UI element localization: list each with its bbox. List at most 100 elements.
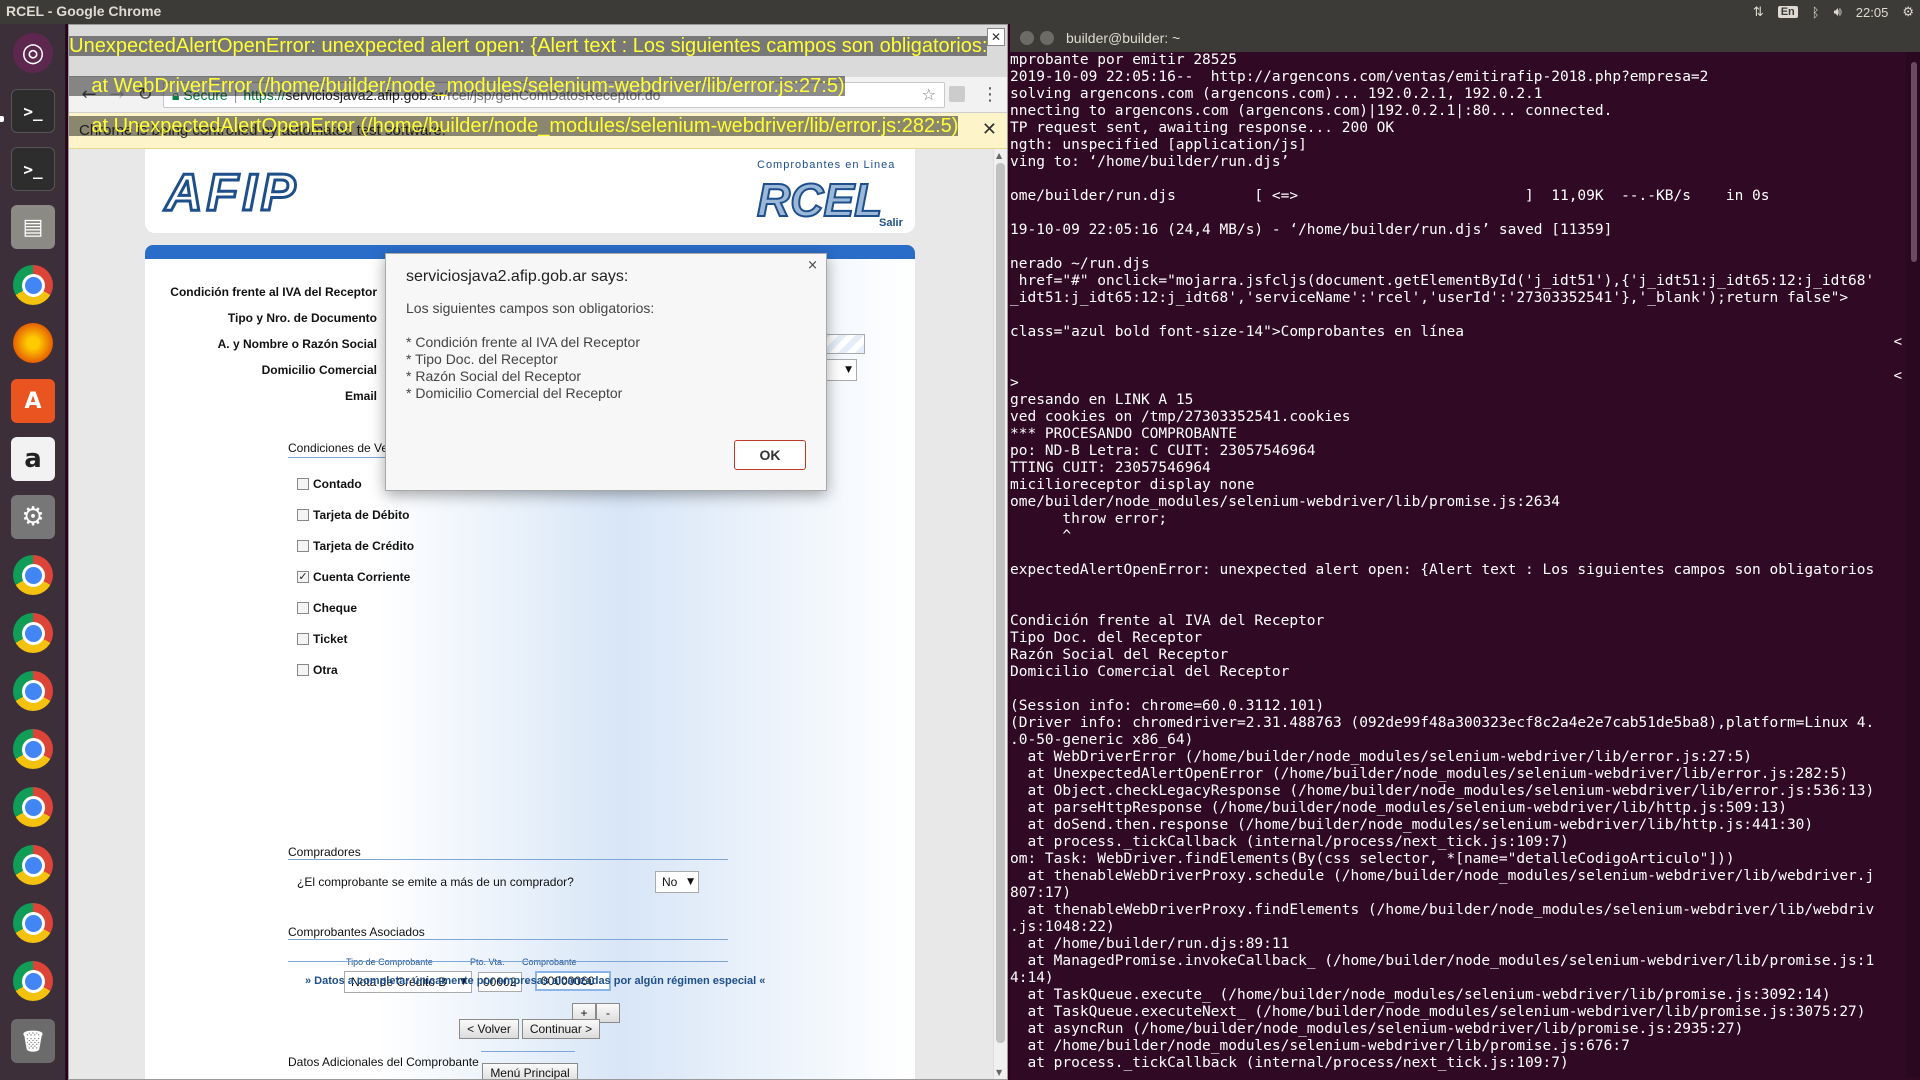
chrome-icon — [13, 961, 53, 1001]
launcher-dash[interactable]: ◎ — [6, 26, 60, 80]
datos-adicionales-title: Datos Adicionales del Comprobante — [288, 1055, 479, 1069]
terminal-line: ving to: ‘/home/builder/run.djs’ — [1010, 154, 1290, 170]
chrome-icon — [13, 729, 53, 769]
network-icon[interactable]: ⇅ — [1753, 4, 1764, 20]
clock[interactable]: 22:05 — [1856, 5, 1889, 20]
comprobante-col-label: Comprobante — [522, 957, 577, 967]
launcher-chrome-4[interactable] — [6, 664, 60, 718]
trash-icon: 🗑︎ — [11, 1019, 55, 1063]
top-panel: RCEL - Google Chrome ⇅ En ᛒ 🔊︎ 22:05 ⚙ — [0, 0, 1920, 24]
terminal-line: at parseHttpResponse (/home/builder/node… — [1010, 800, 1787, 816]
terminal-icon: >_ — [11, 147, 55, 191]
settings-gear-icon[interactable]: ⚙ — [1902, 4, 1914, 20]
terminal-scrollbar[interactable] — [1906, 52, 1920, 1078]
condicion-venta-option[interactable]: Tarjeta de Crédito — [297, 539, 414, 553]
ubuntu-dash-icon: ◎ — [13, 33, 53, 73]
condicion-venta-option[interactable]: Cheque — [297, 601, 357, 615]
scrollbar-thumb[interactable] — [996, 163, 1005, 1043]
compradores-select-value: No — [662, 875, 678, 889]
section-divider — [288, 939, 728, 940]
condicion-venta-option[interactable]: Tarjeta de Débito — [297, 508, 409, 522]
extension-icon[interactable] — [949, 86, 965, 102]
salir-link[interactable]: Salir — [879, 217, 903, 229]
terminal-close-button[interactable] — [1020, 31, 1034, 45]
terminal-output[interactable]: mprobante por emitir 28525 2019-10-09 22:… — [1010, 52, 1906, 1078]
launcher-trash[interactable]: 🗑︎ — [6, 1014, 60, 1068]
launcher-chrome-2[interactable] — [6, 548, 60, 602]
scroll-down-icon[interactable]: ▼ — [996, 1068, 1002, 1077]
address-bar[interactable]: 🔒︎ Secure | https://serviciosjava2.afip.go… — [163, 82, 945, 108]
launcher-terminal-1[interactable]: >_ — [6, 84, 60, 138]
compradores-select[interactable]: No ▼ — [655, 871, 699, 893]
launcher-firefox[interactable] — [6, 316, 60, 370]
launcher-chrome-3[interactable] — [6, 606, 60, 660]
launcher-files[interactable]: ▤ — [6, 200, 60, 254]
terminal-line: micilioreceptor display none — [1010, 477, 1255, 493]
launcher-chrome-1[interactable] — [6, 258, 60, 312]
bookmark-star-icon[interactable]: ☆ — [922, 83, 936, 107]
volver-button[interactable]: < Volver — [459, 1019, 519, 1039]
scroll-up-icon[interactable]: ▲ — [996, 151, 1002, 160]
forward-arrow-icon[interactable]: → — [105, 83, 129, 107]
condicion-iva-label: Condición frente al IVA del Receptor — [170, 285, 377, 299]
launcher-chrome-5[interactable] — [6, 722, 60, 776]
checkbox[interactable] — [297, 478, 309, 490]
launcher-terminal-2[interactable]: >_ — [6, 142, 60, 196]
back-arrow-icon[interactable]: ← — [77, 83, 101, 107]
checkbox[interactable] — [297, 509, 309, 521]
section-divider — [288, 859, 728, 860]
launcher-chrome-9[interactable] — [6, 954, 60, 1008]
condicion-venta-option[interactable]: Otra — [297, 663, 338, 677]
terminal-minimize-button[interactable] — [1040, 31, 1054, 45]
checkbox[interactable] — [297, 540, 309, 552]
terminal-line: ome/builder/node_modules/selenium-webdri… — [1010, 494, 1560, 510]
condicion-venta-option[interactable]: Contado — [297, 477, 362, 491]
alert-field-item: * Razón Social del Receptor — [406, 368, 582, 384]
checkbox[interactable] — [297, 633, 309, 645]
terminal-line: class="azul bold font-size-14">Comproban… — [1010, 324, 1464, 340]
launcher-chrome-8[interactable] — [6, 896, 60, 950]
keyboard-layout-indicator[interactable]: En — [1777, 6, 1798, 18]
terminal-line: at process._tickCallback (internal/proce… — [1010, 834, 1569, 850]
datos-adicionales-link[interactable]: » Datos a completar únicamente por empre… — [305, 975, 765, 987]
launcher-chrome-7[interactable] — [6, 838, 60, 892]
volume-icon[interactable]: 🔊︎ — [1834, 4, 1842, 20]
launcher-chrome-6[interactable] — [6, 780, 60, 834]
terminal-scrollbar-thumb[interactable] — [1911, 62, 1917, 262]
alert-ok-button[interactable]: OK — [734, 440, 806, 470]
checkbox[interactable] — [297, 664, 309, 676]
launcher-amazon[interactable]: a — [6, 432, 60, 486]
razon-social-label: A. y Nombre o Razón Social — [217, 337, 377, 351]
running-indicator — [0, 116, 4, 122]
terminal-line: at process._tickCallback (internal/proce… — [1010, 1055, 1569, 1071]
chrome-menu-icon[interactable]: ⋮ — [981, 83, 999, 107]
terminal-line: TTING CUIT: 23057546964 — [1010, 460, 1211, 476]
condicion-venta-option[interactable]: Ticket — [297, 632, 347, 646]
bluetooth-icon[interactable]: ᛒ — [1812, 5, 1820, 20]
infobar-close-icon[interactable]: ✕ — [982, 119, 997, 140]
chrome-toolbar: ← → ↻ 🔒︎ Secure | https://serviciosjava2.a… — [69, 77, 1007, 113]
reload-icon[interactable]: ↻ — [133, 83, 157, 107]
section-divider — [288, 961, 728, 962]
terminal-line: Domicilio Comercial del Receptor — [1010, 664, 1290, 680]
button-divider — [481, 1051, 575, 1052]
page-scrollbar[interactable]: ▲ ▼ — [993, 149, 1007, 1079]
checkbox[interactable] — [297, 602, 309, 614]
launcher-software-center[interactable]: A — [6, 374, 60, 428]
chevron-down-icon: ▼ — [687, 877, 694, 887]
checkbox-checked[interactable]: ✓ — [297, 571, 309, 583]
rcel-logo: RCEL — [756, 173, 883, 227]
alert-close-icon[interactable]: × — [807, 258, 818, 273]
condicion-venta-option[interactable]: ✓ Cuenta Corriente — [297, 570, 410, 584]
launcher-settings[interactable]: ⚙ — [6, 490, 60, 544]
terminal-line: at /home/builder/node_modules/selenium-w… — [1010, 1038, 1630, 1054]
window-close-button[interactable]: ✕ — [987, 28, 1005, 46]
menu-principal-button[interactable]: Menú Principal — [482, 1063, 578, 1079]
continuar-button[interactable]: Continuar > — [522, 1019, 600, 1039]
firefox-icon — [13, 323, 53, 363]
software-center-icon: A — [11, 379, 55, 423]
